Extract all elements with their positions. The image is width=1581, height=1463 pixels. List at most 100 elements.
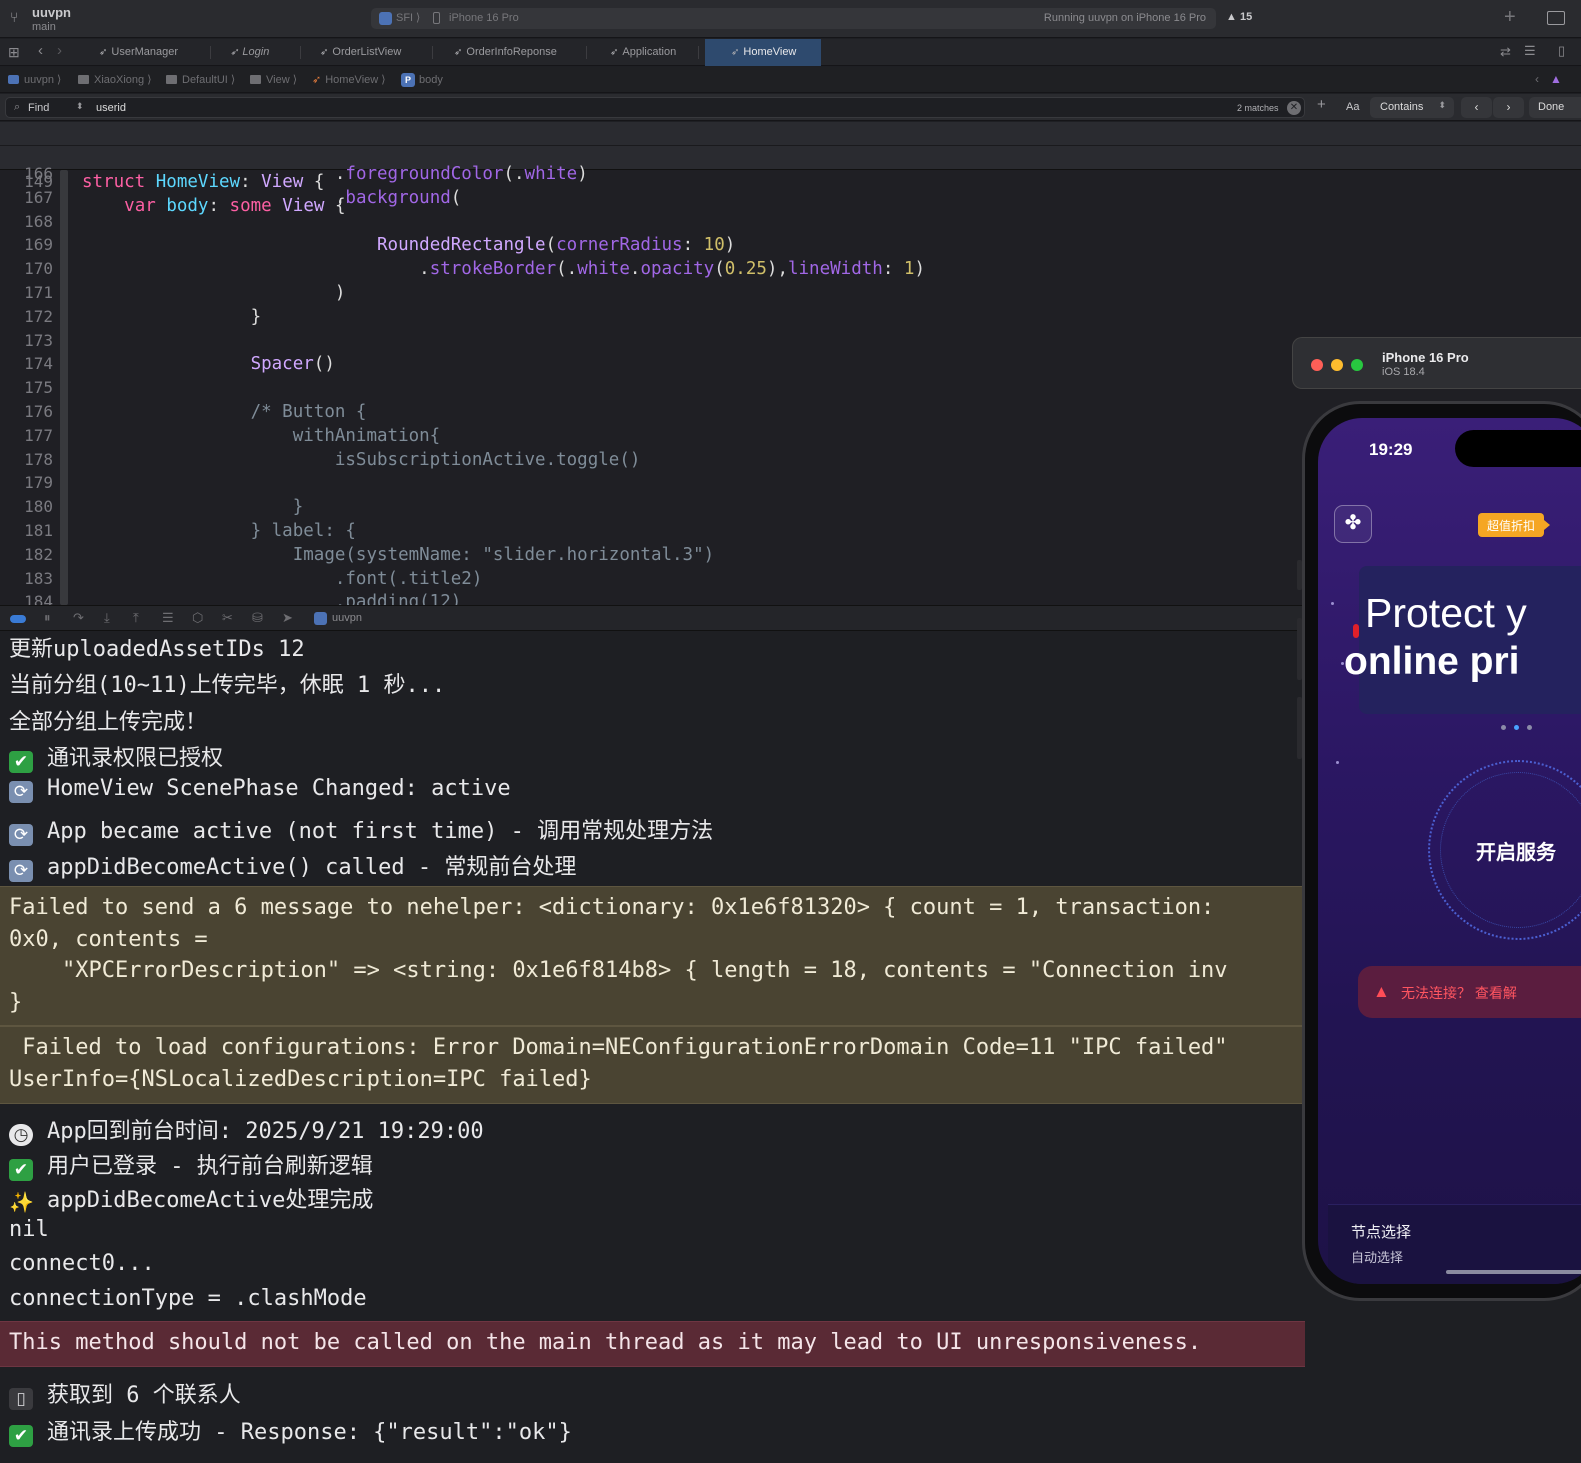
error-message[interactable]: This method should not be called on the …: [0, 1321, 1305, 1367]
issue-warning-icon[interactable]: ▲: [1550, 72, 1562, 86]
updown-chevron-icon[interactable]: ⬍: [76, 101, 84, 112]
console-line[interactable]: ⟳ App became active (not first time) - 调用…: [9, 813, 713, 846]
inspector-toggle-icon[interactable]: [1547, 11, 1565, 25]
warning-count[interactable]: ▲ 15: [1226, 11, 1252, 23]
code-row[interactable]: 168: [0, 210, 1581, 234]
tab-login[interactable]: ➶ Login: [230, 39, 269, 66]
view-hierarchy-icon[interactable]: ☰: [162, 610, 174, 626]
code-row[interactable]: 169 RoundedRectangle(cornerRadius: 10): [0, 233, 1581, 257]
code-line[interactable]: Image(systemName: "slider.horizontal.3"): [82, 543, 714, 567]
next-match-button[interactable]: ›: [1493, 97, 1524, 118]
breadcrumb-symbol[interactable]: Pbody: [401, 73, 443, 87]
minimize-button[interactable]: [1331, 359, 1343, 371]
find-field[interactable]: ⌕ Find ⬍ userid 2 matches ✕: [5, 97, 1305, 118]
console-line[interactable]: 全部分组上传完成！: [9, 704, 207, 736]
start-service-button[interactable]: 开启服务: [1476, 836, 1556, 865]
console-line[interactable]: ⟳ HomeView ScenePhase Changed: active: [9, 776, 511, 804]
connection-alert-text[interactable]: 无法连接？ 查看解: [1401, 983, 1517, 1003]
add-icon[interactable]: +: [1504, 6, 1516, 29]
code-line[interactable]: /* Button {: [82, 400, 367, 424]
previous-match-button[interactable]: ‹: [1461, 97, 1492, 118]
code-line[interactable]: ): [82, 281, 346, 305]
project-name[interactable]: uuvpn: [32, 5, 71, 20]
code-line[interactable]: .foregroundColor(.white): [82, 162, 588, 186]
app-logo-icon[interactable]: ✤: [1334, 505, 1372, 543]
console-line[interactable]: ✔ 通讯录权限已授权: [9, 740, 223, 773]
code-row[interactable]: 170 .strokeBorder(.white.opacity(0.25),l…: [0, 257, 1581, 281]
code-line[interactable]: RoundedRectangle(cornerRadius: 10): [82, 233, 735, 257]
breadcrumb-project[interactable]: uuvpn ⟩: [8, 73, 61, 86]
memory-graph-icon[interactable]: ⬡: [192, 610, 203, 626]
code-line[interactable]: .padding(12): [82, 590, 461, 605]
add-icon[interactable]: +: [1317, 96, 1326, 113]
process-name[interactable]: uuvpn: [332, 612, 362, 624]
step-out-icon[interactable]: ⤒: [133, 610, 139, 626]
console-line[interactable]: ⟳ appDidBecomeActive() called - 常规前台处理: [9, 849, 576, 882]
code-line[interactable]: }: [82, 305, 262, 329]
code-line[interactable]: .background(: [82, 186, 461, 210]
pause-icon[interactable]: ⏸: [44, 610, 51, 626]
simulator-screen[interactable]: 19:29 ✤ 超值折扣 Protect y online pri 开启服务 ▲…: [1318, 418, 1581, 1284]
branch-name[interactable]: main: [32, 21, 56, 33]
split-editor-icon[interactable]: ▯: [1558, 43, 1565, 59]
console-line[interactable]: ✔ 用户已登录 - 执行前台刷新逻辑: [9, 1148, 373, 1181]
match-case-button[interactable]: Aa: [1346, 101, 1359, 113]
simulator-titlebar[interactable]: iPhone 16 Pro iOS 18.4: [1292, 337, 1581, 389]
tab-application[interactable]: ➶ Application: [610, 39, 676, 66]
console-line[interactable]: nil: [9, 1217, 49, 1242]
zoom-button[interactable]: [1351, 359, 1363, 371]
activity-bar[interactable]: SFI ⟩ iPhone 16 Pro Running uuvpn on iPh…: [371, 8, 1216, 29]
scheme-name[interactable]: SFI: [396, 12, 413, 24]
tab-usermanager[interactable]: ➶ UserManager: [99, 39, 178, 66]
database-icon[interactable]: ⛁: [252, 610, 263, 626]
console-line[interactable]: connect0...: [9, 1251, 155, 1276]
code-line[interactable]: withAnimation{: [82, 424, 441, 448]
environment-icon[interactable]: ✂: [222, 610, 233, 626]
code-line[interactable]: }: [82, 495, 304, 519]
chevron-right-icon[interactable]: ›: [57, 42, 62, 59]
breadcrumb-file[interactable]: ➶ HomeView ⟩: [312, 73, 386, 86]
console-line[interactable]: ✔ 通讯录上传成功 - Response: {"result":"ok"}: [9, 1414, 572, 1447]
code-line[interactable]: Spacer(): [82, 352, 335, 376]
tab-orderlistview[interactable]: ➶ OrderListView: [320, 39, 401, 66]
page-dot[interactable]: [1501, 725, 1506, 730]
console-line[interactable]: connectionType = .clashMode: [9, 1286, 367, 1311]
clear-icon[interactable]: ✕: [1287, 101, 1301, 115]
warning-message[interactable]: Failed to load configurations: Error Dom…: [0, 1026, 1305, 1104]
breadcrumb-folder[interactable]: View ⟩: [250, 73, 297, 86]
console-line[interactable]: ▯ 获取到 6 个联系人: [9, 1377, 241, 1410]
refresh-icon[interactable]: ⇄: [1500, 44, 1511, 60]
page-dot-active[interactable]: [1514, 725, 1519, 730]
code-row[interactable]: 167 .background(: [0, 186, 1581, 210]
tab-homeview[interactable]: ➶ HomeView: [705, 39, 821, 66]
page-dot[interactable]: [1527, 725, 1532, 730]
console-line[interactable]: ◷ App回到前台时间: 2025/9/21 19:29:00: [9, 1113, 484, 1146]
code-row[interactable]: 171 ): [0, 281, 1581, 305]
location-icon[interactable]: ➤: [282, 610, 293, 626]
warning-message[interactable]: Failed to send a 6 message to nehelper: …: [0, 886, 1305, 1026]
step-in-icon[interactable]: ⤓: [104, 610, 110, 626]
done-button[interactable]: Done: [1529, 97, 1581, 118]
tab-orderinforeponse[interactable]: ➶ OrderInfoReponse: [454, 39, 557, 66]
code-line[interactable]: isSubscriptionActive.toggle(): [82, 448, 641, 472]
console-line[interactable]: 更新uploadedAssetIDs 12: [9, 631, 305, 663]
step-over-icon[interactable]: ↷: [73, 610, 84, 626]
search-input[interactable]: userid: [96, 102, 126, 114]
chevron-left-icon[interactable]: ‹: [38, 42, 43, 59]
code-row[interactable]: 166 .foregroundColor(.white): [0, 162, 1581, 186]
chevron-left-icon[interactable]: ‹: [1535, 72, 1539, 86]
editor-options-icon[interactable]: ☰: [1524, 43, 1536, 59]
code-line[interactable]: .font(.title2): [82, 567, 483, 591]
console-output[interactable]: 更新uploadedAssetIDs 12 当前分组(10~11)上传完毕，休眠 …: [0, 631, 1305, 1463]
console-line[interactable]: ✨ appDidBecomeActive处理完成: [9, 1182, 373, 1214]
home-indicator[interactable]: [1446, 1270, 1581, 1274]
code-line[interactable]: .strokeBorder(.white.opacity(0.25),lineW…: [82, 257, 925, 281]
code-row[interactable]: 172 }: [0, 305, 1581, 329]
discount-badge[interactable]: 超值折扣: [1478, 513, 1551, 537]
breadcrumb-folder[interactable]: DefaultUI ⟩: [166, 73, 235, 86]
code-line[interactable]: } label: {: [82, 519, 356, 543]
console-toggle[interactable]: [10, 615, 26, 623]
console-line[interactable]: 当前分组(10~11)上传完毕，休眠 1 秒...: [9, 667, 445, 699]
sticky-header[interactable]: 28 struct HomeView: View {: [0, 122, 1581, 192]
find-mode[interactable]: Find: [28, 102, 49, 114]
